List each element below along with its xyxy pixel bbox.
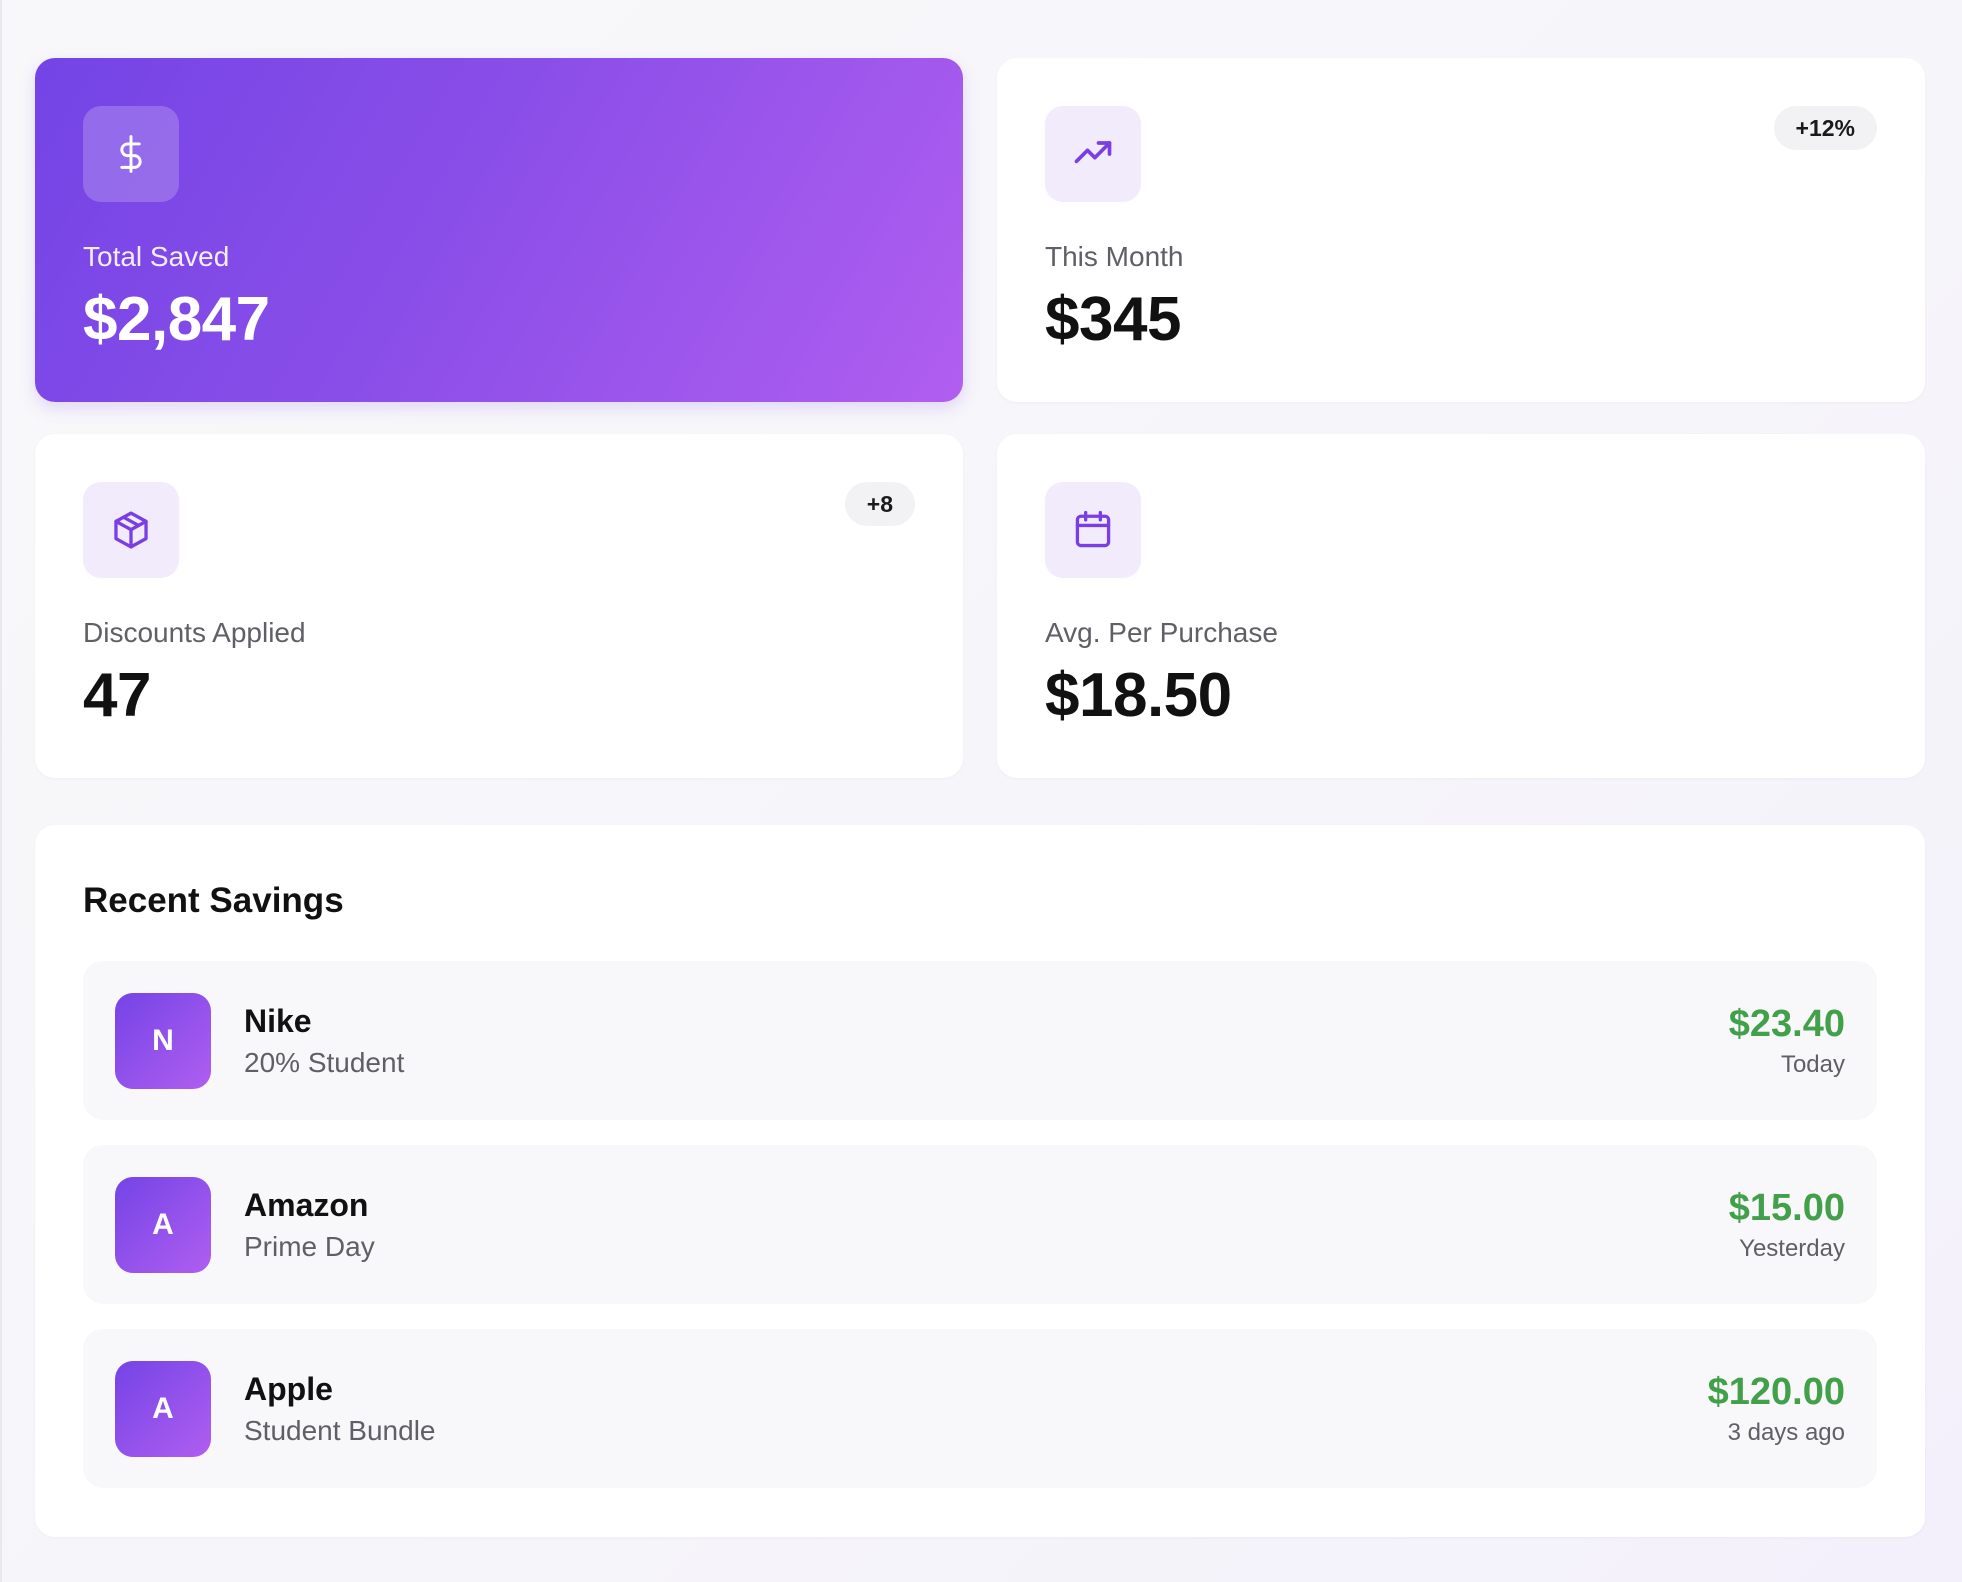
stat-value: $18.50 bbox=[1045, 661, 1232, 730]
stat-value: 47 bbox=[83, 661, 151, 730]
saving-time: Today bbox=[1780, 1050, 1845, 1078]
merchant-name: Apple bbox=[244, 1370, 333, 1407]
stat-value: $2,847 bbox=[83, 285, 270, 354]
discount-description: 20% Student bbox=[244, 1046, 405, 1078]
saving-summary: $23.40 Today bbox=[1729, 1002, 1845, 1080]
saving-time: Yesterday bbox=[1739, 1234, 1845, 1262]
stat-value: $345 bbox=[1045, 285, 1181, 354]
saving-summary: $15.00 Yesterday bbox=[1729, 1186, 1845, 1264]
stat-label: Discounts Applied bbox=[83, 617, 306, 648]
saving-info: Amazon Prime Day bbox=[244, 1186, 1729, 1264]
recent-savings-panel: Recent Savings N Nike 20% Student $23.40… bbox=[35, 825, 1925, 1537]
stat-label: This Month bbox=[1045, 241, 1184, 272]
change-badge: +12% bbox=[1773, 106, 1877, 150]
saving-item-amazon[interactable]: A Amazon Prime Day $15.00 Yesterday bbox=[83, 1145, 1877, 1304]
stat-card-discounts-applied: +8 Discounts Applied 47 bbox=[35, 434, 963, 778]
window-edge bbox=[0, 0, 2, 1582]
merchant-avatar: A bbox=[115, 1360, 211, 1457]
discount-description: Prime Day bbox=[244, 1230, 375, 1262]
stats-grid: Total Saved $2,847 +12% This Month $345 … bbox=[35, 58, 1925, 778]
saving-time: 3 days ago bbox=[1727, 1418, 1845, 1446]
change-badge: +8 bbox=[844, 482, 915, 526]
stat-card-avg-per-purchase: Avg. Per Purchase $18.50 bbox=[997, 434, 1925, 778]
calendar-icon bbox=[1045, 482, 1141, 578]
stat-card-total-saved: Total Saved $2,847 bbox=[35, 58, 963, 402]
saving-amount: $120.00 bbox=[1707, 1370, 1845, 1413]
saving-item-apple[interactable]: A Apple Student Bundle $120.00 3 days ag… bbox=[83, 1329, 1877, 1488]
merchant-avatar: A bbox=[115, 1176, 211, 1273]
package-icon bbox=[83, 482, 179, 578]
saving-summary: $120.00 3 days ago bbox=[1708, 1370, 1845, 1448]
saving-amount: $15.00 bbox=[1728, 1186, 1845, 1229]
merchant-name: Nike bbox=[244, 1002, 312, 1039]
merchant-avatar: N bbox=[115, 992, 211, 1089]
savings-list: N Nike 20% Student $23.40 Today A Amazon… bbox=[83, 961, 1877, 1488]
dollar-icon bbox=[83, 106, 179, 202]
saving-info: Apple Student Bundle bbox=[244, 1370, 1708, 1448]
stat-card-this-month: +12% This Month $345 bbox=[997, 58, 1925, 402]
merchant-name: Amazon bbox=[244, 1186, 369, 1223]
saving-info: Nike 20% Student bbox=[244, 1002, 1729, 1080]
trending-up-icon bbox=[1045, 106, 1141, 202]
stat-label: Avg. Per Purchase bbox=[1045, 617, 1278, 648]
saving-amount: $23.40 bbox=[1728, 1002, 1845, 1045]
stat-label: Total Saved bbox=[83, 241, 230, 272]
discount-description: Student Bundle bbox=[244, 1414, 436, 1446]
recent-savings-title: Recent Savings bbox=[83, 881, 344, 920]
saving-item-nike[interactable]: N Nike 20% Student $23.40 Today bbox=[83, 961, 1877, 1120]
